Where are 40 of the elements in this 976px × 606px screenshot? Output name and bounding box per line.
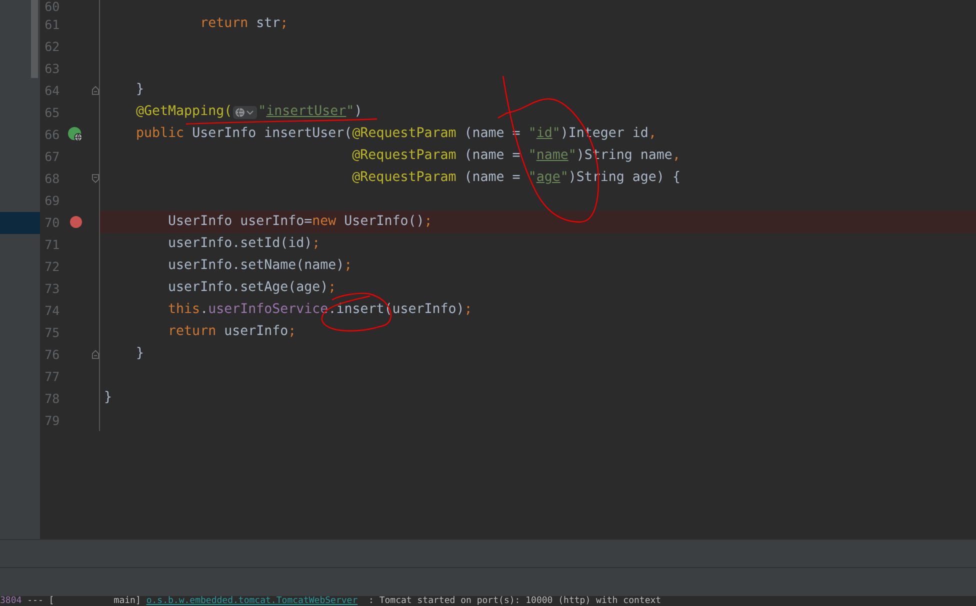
fold-icon[interactable] [92, 172, 99, 184]
line-number: 67 [44, 148, 60, 164]
line-number: 68 [44, 170, 60, 186]
line-number: 79 [44, 412, 60, 428]
tree-row-highlight [0, 212, 40, 234]
code-text: userInfo.setAge(age); [167, 280, 336, 296]
globe-icon[interactable] [68, 126, 84, 142]
line-number: 71 [44, 236, 60, 252]
scrollbar-thumb[interactable] [31, 0, 38, 78]
code-text: userInfo.setId(id); [167, 236, 320, 252]
code-text: UserInfo userInfo=new UserInfo(); [167, 214, 432, 230]
line-number: 64 [44, 82, 60, 98]
globe-dropdown-icon[interactable] [233, 106, 258, 118]
line-number: 66 [44, 126, 60, 142]
console-log-line: 3804 --- [ main] o.s.b.w.embedded.tomcat.TomcatWebServer : Tomcat started on port(s): 10000 (http) with context [0, 596, 662, 606]
code-text: @GetMapping( [135, 104, 232, 120]
code-text: } [135, 346, 144, 362]
line-number: 75 [44, 324, 60, 340]
code-text: } [135, 82, 144, 98]
line-number: 76 [44, 346, 60, 362]
code-text: } [104, 390, 112, 406]
line-number: 62 [44, 38, 60, 54]
line-number: 78 [44, 390, 60, 406]
line-number: 60 [44, 0, 60, 14]
code-text: return userInfo; [167, 324, 296, 340]
code-text: userInfo.setName(name); [167, 258, 352, 274]
line-number: 77 [44, 368, 60, 384]
line-number: 72 [44, 258, 60, 274]
code-text: "insertUser") [258, 104, 362, 120]
line-number: 73 [44, 280, 60, 296]
line-number: 61 [44, 16, 60, 32]
line-number: 70 [44, 214, 60, 230]
line-number: 69 [44, 192, 60, 208]
line-number: 74 [44, 302, 60, 318]
code-text: return str; [199, 16, 288, 32]
line-number: 65 [44, 104, 60, 120]
breakpoint-icon[interactable] [70, 216, 82, 228]
line-number: 63 [44, 60, 60, 76]
fold-icon[interactable] [92, 84, 99, 96]
fold-icon[interactable] [92, 348, 99, 360]
